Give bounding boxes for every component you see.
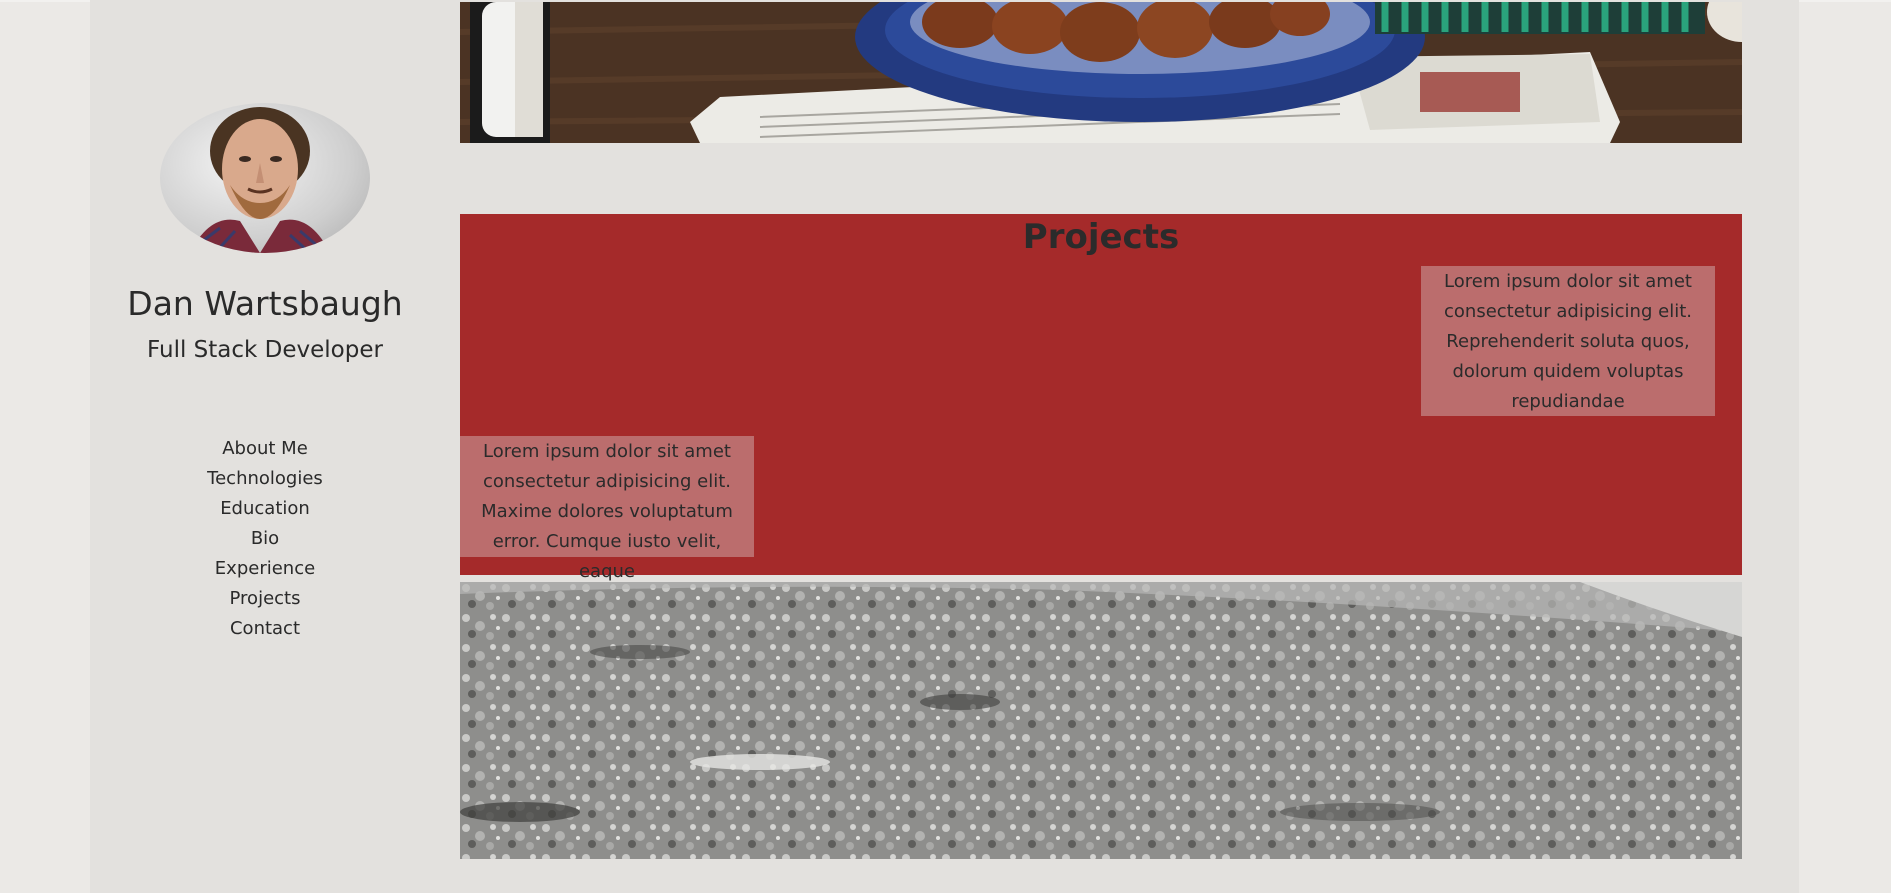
profile-role: Full Stack Developer xyxy=(147,337,383,363)
sidebar: Dan Wartsbaugh Full Stack Developer Abou… xyxy=(90,0,440,893)
nav-item-education[interactable]: Education xyxy=(90,494,440,524)
nav-item-projects[interactable]: Projects xyxy=(90,584,440,614)
profile-name: Dan Wartsbaugh xyxy=(127,284,403,323)
nav-item-contact[interactable]: Contact xyxy=(90,614,440,644)
breakfast-table-photo-icon xyxy=(460,2,1742,143)
projects-title: Projects xyxy=(1022,217,1180,257)
frosted-ground-photo-icon xyxy=(460,582,1742,859)
nav-item-bio[interactable]: Bio xyxy=(90,524,440,554)
project-card: Lorem ipsum dolor sit amet consectetur a… xyxy=(460,436,754,582)
avatar-photo-icon xyxy=(190,107,330,253)
nav-item-experience[interactable]: Experience xyxy=(90,554,440,584)
hero-image-top xyxy=(460,2,1742,143)
hero-image-bottom xyxy=(460,582,1742,859)
sidebar-nav: About Me Technologies Education Bio Expe… xyxy=(90,434,440,644)
avatar xyxy=(160,103,370,253)
projects-section: Projects Lorem ipsum dolor sit amet cons… xyxy=(460,214,1742,582)
project-card: Lorem ipsum dolor sit amet consectetur a… xyxy=(1421,266,1715,416)
nav-item-about-me[interactable]: About Me xyxy=(90,434,440,464)
nav-item-technologies[interactable]: Technologies xyxy=(90,464,440,494)
